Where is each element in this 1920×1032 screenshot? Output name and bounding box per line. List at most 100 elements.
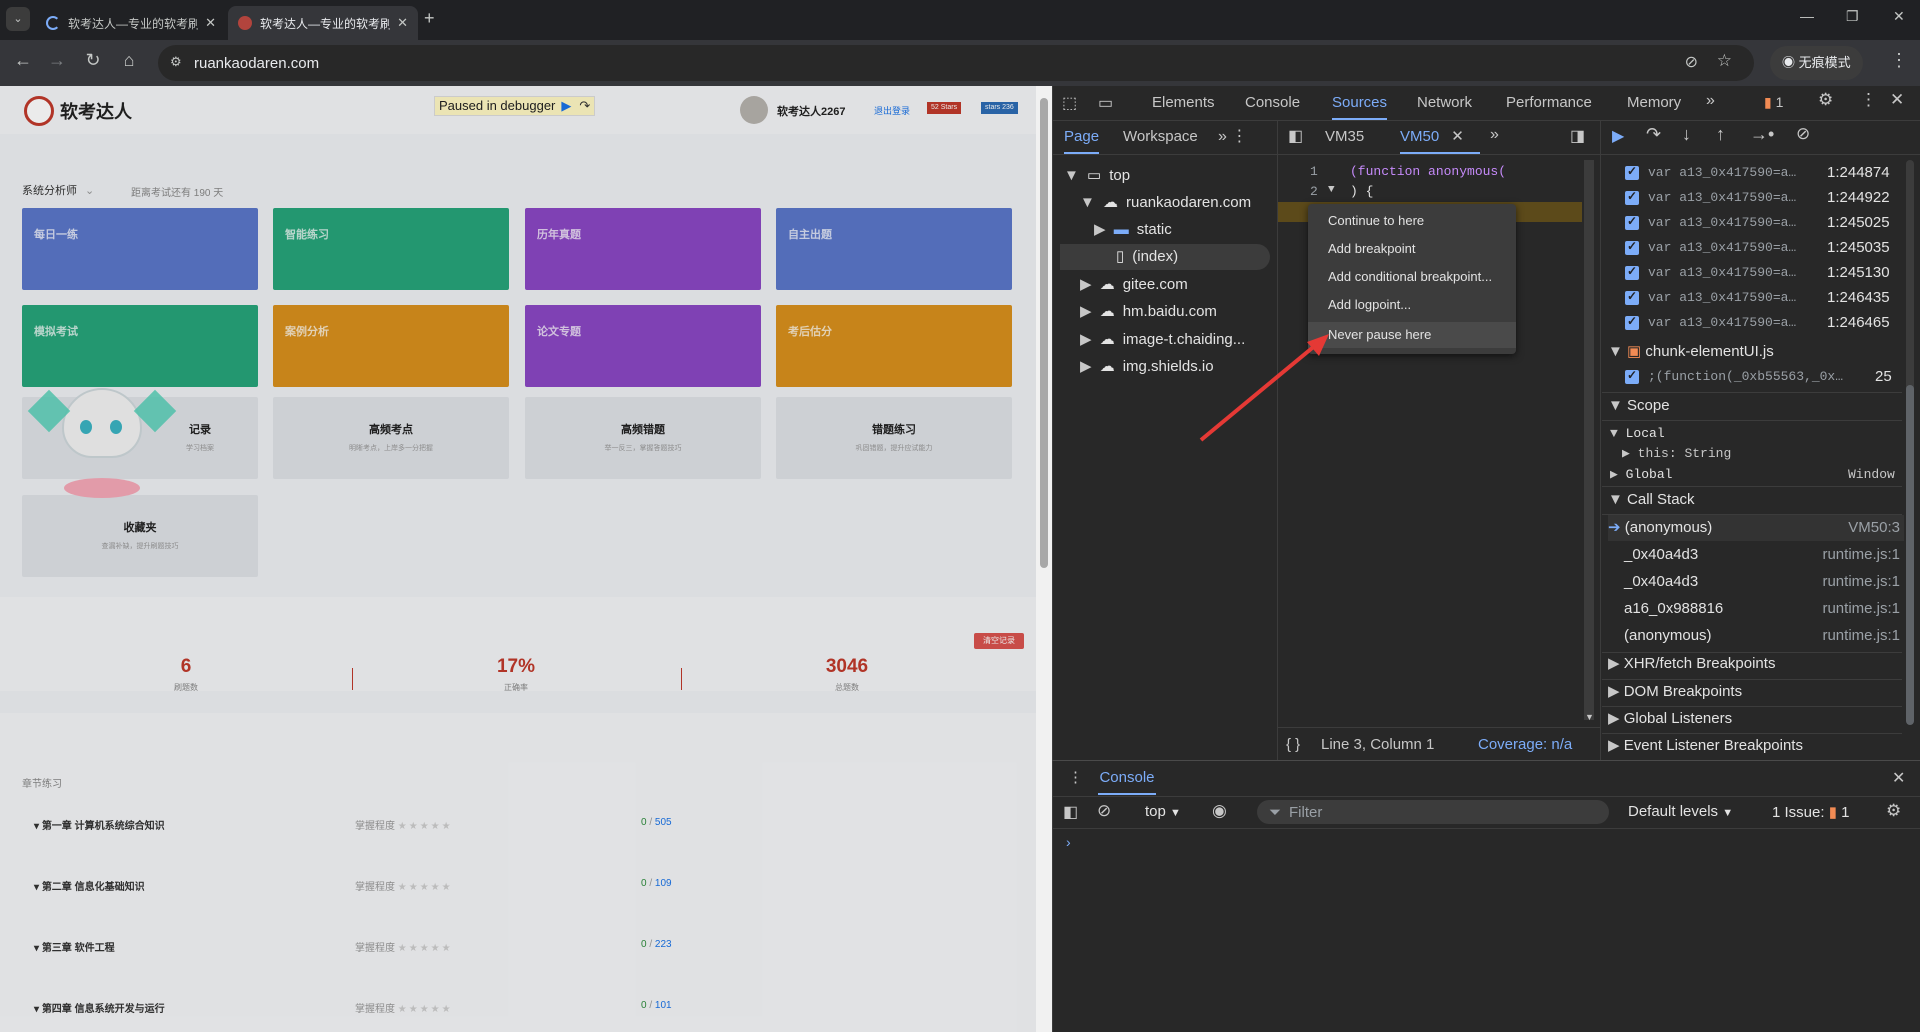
breakpoint-row[interactable]: var a13_0x417590=a… 1:246435: [1620, 287, 1910, 311]
tree-item-gitee[interactable]: ▶ ☁ gitee.com: [1080, 272, 1188, 298]
call-frame[interactable]: (anonymous) runtime.js:1: [1608, 623, 1904, 649]
breakpoint-row[interactable]: var a13_0x417590=a… 1:244874: [1620, 162, 1910, 186]
more-editor-tabs-icon[interactable]: »: [1490, 126, 1499, 144]
breakpoint-checkbox[interactable]: [1625, 314, 1639, 330]
close-icon[interactable]: ✕: [397, 15, 408, 31]
menu-item-logpoint[interactable]: Add logpoint...: [1308, 292, 1516, 318]
editor-tab-vm50[interactable]: VM50 ✕: [1400, 120, 1480, 154]
settings-gear-icon[interactable]: ⚙: [1818, 90, 1833, 110]
line-number[interactable]: 2: [1310, 184, 1318, 199]
incognito-chip[interactable]: ◉ 无痕模式: [1770, 46, 1863, 80]
step-into-icon[interactable]: ↓: [1682, 124, 1691, 145]
tab-performance[interactable]: Performance: [1506, 86, 1592, 120]
console-prompt-icon[interactable]: ›: [1066, 834, 1071, 850]
tree-item-index[interactable]: ▯ (index): [1112, 244, 1178, 270]
close-drawer-icon[interactable]: ✕: [1892, 768, 1905, 788]
sidebar-scroll-thumb[interactable]: [1906, 385, 1914, 725]
toggle-navigator-icon[interactable]: ◧: [1288, 126, 1303, 146]
tree-item-domain[interactable]: ▼ ☁ ruankaodaren.com: [1080, 190, 1251, 216]
nav-tab-workspace[interactable]: Workspace: [1123, 120, 1198, 154]
call-frame[interactable]: ➔ (anonymous) VM50:3: [1608, 515, 1904, 541]
restore-button[interactable]: ❐: [1846, 8, 1859, 25]
breakpoint-checkbox[interactable]: [1625, 289, 1639, 305]
tree-item-folder[interactable]: ▶ ▬ static: [1094, 217, 1172, 243]
call-frame[interactable]: _0x40a4d3 runtime.js:1: [1608, 569, 1904, 595]
breakpoint-row[interactable]: var a13_0x417590=a… 1:245035: [1620, 237, 1910, 261]
scope-this[interactable]: ▶ this: String: [1622, 446, 1731, 461]
clear-console-icon[interactable]: ⊘: [1097, 801, 1111, 821]
home-icon[interactable]: ⌂: [116, 50, 142, 71]
scope-local[interactable]: ▼ Local: [1610, 426, 1665, 441]
drawer-tab-console[interactable]: Console: [1098, 761, 1156, 795]
menu-item-never-pause[interactable]: Never pause here: [1308, 322, 1516, 348]
breakpoint-checkbox[interactable]: [1625, 368, 1639, 384]
devtools-menu-icon[interactable]: ⋮: [1860, 90, 1877, 110]
more-nav-icon[interactable]: » ⋮: [1218, 126, 1247, 146]
breakpoint-checkbox[interactable]: [1625, 214, 1639, 230]
section-xhr-breakpoints[interactable]: ▶ XHR/fetch Breakpoints: [1608, 654, 1775, 672]
close-icon[interactable]: ✕: [205, 15, 216, 31]
toggle-debugger-icon[interactable]: ◨: [1570, 126, 1585, 146]
bookmark-star-icon[interactable]: ☆: [1717, 51, 1732, 71]
section-scope[interactable]: ▼ Scope: [1608, 397, 1670, 414]
reload-icon[interactable]: ↻: [80, 50, 106, 71]
call-frame[interactable]: a16_0x988816 runtime.js:1: [1608, 596, 1904, 622]
breakpoint-row[interactable]: var a13_0x417590=a… 1:244922: [1620, 187, 1910, 211]
back-icon[interactable]: ←: [10, 50, 36, 71]
eye-off-icon[interactable]: ⊘: [1685, 52, 1698, 72]
live-expression-icon[interactable]: ◉: [1212, 801, 1227, 821]
fold-icon[interactable]: ▼: [1328, 184, 1335, 196]
editor-scrollbar[interactable]: [1584, 160, 1594, 720]
drawer-menu-icon[interactable]: ⋮: [1068, 768, 1083, 786]
close-icon[interactable]: ✕: [1451, 128, 1464, 145]
tab-search-button[interactable]: ⌄: [6, 7, 30, 31]
menu-item-continue[interactable]: Continue to here: [1308, 208, 1516, 234]
breakpoint-row[interactable]: var a13_0x417590=a… 1:245130: [1620, 262, 1910, 286]
tab-sources[interactable]: Sources: [1332, 86, 1388, 120]
tree-item-baidu[interactable]: ▶ ☁ hm.baidu.com: [1080, 299, 1217, 325]
step-icon[interactable]: →•: [1750, 124, 1774, 145]
device-toggle-icon[interactable]: ▭: [1098, 93, 1113, 113]
menu-icon[interactable]: ⋮: [1886, 50, 1912, 71]
context-select[interactable]: top ▼: [1145, 803, 1181, 820]
nav-tab-page[interactable]: Page: [1064, 120, 1100, 154]
step-out-icon[interactable]: ↑: [1716, 124, 1725, 145]
section-dom-breakpoints[interactable]: ▶ DOM Breakpoints: [1608, 682, 1742, 700]
minimize-button[interactable]: —: [1800, 8, 1814, 24]
issues-badge[interactable]: ▮ 1: [1764, 94, 1783, 111]
step-over-icon[interactable]: ↷: [1646, 124, 1661, 145]
breakpoint-checkbox[interactable]: [1625, 189, 1639, 205]
line-number[interactable]: 1: [1310, 164, 1318, 179]
section-global-listeners[interactable]: ▶ Global Listeners: [1608, 709, 1732, 727]
breakpoint-row[interactable]: var a13_0x417590=a… 1:246465: [1620, 312, 1910, 336]
section-event-listener-breakpoints[interactable]: ▶ Event Listener Breakpoints: [1608, 736, 1803, 754]
tab-memory[interactable]: Memory: [1627, 86, 1681, 120]
editor-tab-vm35[interactable]: VM35: [1325, 120, 1364, 154]
filter-box[interactable]: ⏷ Filter: [1257, 800, 1609, 824]
sidebar-toggle-icon[interactable]: ◧: [1063, 802, 1078, 822]
call-frame[interactable]: _0x40a4d3 runtime.js:1: [1608, 542, 1904, 568]
levels-select[interactable]: Default levels ▼: [1628, 803, 1733, 820]
browser-tab-1[interactable]: 软考达人—专业的软考刷题题库 ✕: [36, 6, 226, 40]
breakpoint-checkbox[interactable]: [1625, 239, 1639, 255]
breakpoint-checkbox[interactable]: [1625, 164, 1639, 180]
bp-file-row[interactable]: ▼ ▣ chunk-elementUI.js: [1608, 342, 1774, 360]
breakpoint-row[interactable]: var a13_0x417590=a… 1:245025: [1620, 212, 1910, 236]
inspect-icon[interactable]: ⬚: [1062, 93, 1077, 113]
section-call-stack[interactable]: ▼ Call Stack: [1608, 491, 1695, 508]
pretty-print-icon[interactable]: { }: [1286, 736, 1300, 753]
site-info-icon[interactable]: ⚙: [170, 54, 182, 70]
forward-icon[interactable]: →: [44, 50, 70, 71]
browser-tab-2[interactable]: 软考达人—专业的软考刷题题库 ✕: [228, 6, 418, 40]
resume-icon[interactable]: ▶: [1612, 126, 1624, 146]
deactivate-breakpoints-icon[interactable]: ⊘: [1796, 124, 1810, 144]
console-settings-icon[interactable]: ⚙: [1886, 801, 1901, 821]
scroll-down-icon[interactable]: ▼: [1585, 712, 1594, 722]
new-tab-button[interactable]: +: [424, 8, 435, 29]
tree-item-top[interactable]: ▼ ▭ top: [1064, 163, 1130, 189]
address-bar[interactable]: ⚙ ruankaodaren.com ⊘ ☆: [158, 45, 1754, 81]
tab-console[interactable]: Console: [1245, 86, 1300, 120]
scope-global[interactable]: ▶ Global: [1610, 467, 1672, 482]
breakpoint-checkbox[interactable]: [1625, 264, 1639, 280]
tab-network[interactable]: Network: [1417, 86, 1472, 120]
